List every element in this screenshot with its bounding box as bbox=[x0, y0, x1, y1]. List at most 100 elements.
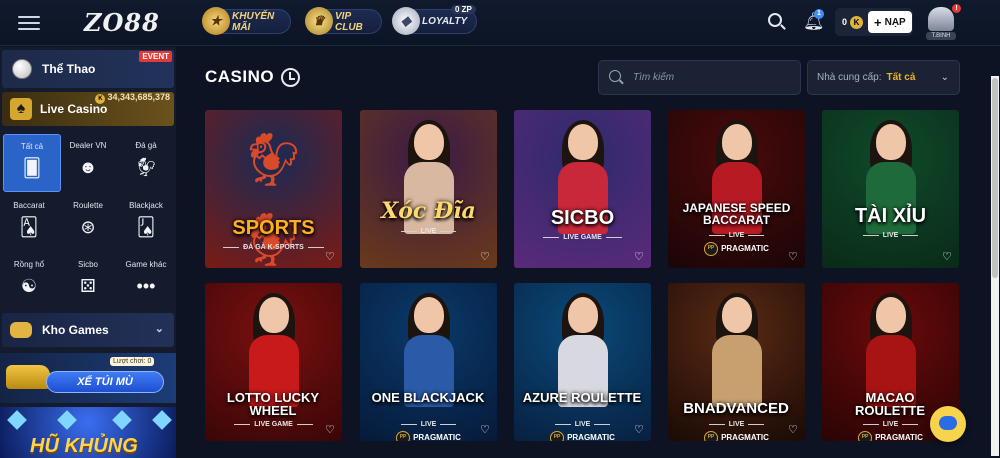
game-title: Xóc Đĩa bbox=[381, 198, 476, 224]
site-logo[interactable]: ZO88 bbox=[84, 8, 160, 37]
mystery-box-banner[interactable]: XẾ TÚI MÙ Lượt chơi: 0 bbox=[0, 353, 176, 403]
pragmatic-logo-icon: PP bbox=[704, 431, 719, 441]
jackpot-banner-label: HŨ KHỦNG bbox=[30, 435, 138, 457]
roulette-icon: ⊛ bbox=[80, 217, 96, 237]
gem-icon bbox=[7, 410, 27, 430]
subcategory-dragon-tiger[interactable]: Rồng hổ ☯ bbox=[0, 253, 58, 311]
sidebar-item-game-store[interactable]: Kho Games ⌄ bbox=[2, 313, 174, 347]
live-casino-subcategories: Tất cả 🂠 Dealer VN ☻ Đá gà 🐓︎ Baccarat 🂡… bbox=[0, 129, 176, 309]
provider-name: PRAGMATIC bbox=[567, 433, 615, 441]
game-search bbox=[598, 60, 801, 95]
provider-logo: PP PRAGMATIC bbox=[514, 431, 651, 441]
gem-icon bbox=[57, 410, 77, 430]
loyalty-points-badge: 0 ZP bbox=[451, 5, 476, 14]
provider-name: PRAGMATIC bbox=[413, 433, 461, 441]
search-icon[interactable] bbox=[767, 12, 787, 32]
sidebar-item-sports[interactable]: Thể Thao EVENT bbox=[2, 50, 174, 88]
subcategory-blackjack[interactable]: Blackjack 🂫 bbox=[117, 194, 175, 252]
plays-left-tag: Lượt chơi: 0 bbox=[110, 357, 155, 366]
loyalty-label: LOYALTY bbox=[422, 16, 468, 27]
game-card[interactable]: LOTTO LUCKY WHEEL LIVE GAME ♡ bbox=[205, 283, 342, 441]
game-title: JAPANESE SPEED BACCARAT bbox=[682, 201, 791, 227]
favorite-heart-icon[interactable]: ♡ bbox=[325, 252, 336, 263]
search-input[interactable] bbox=[633, 72, 793, 83]
promotions-button[interactable]: ★ KHUYẾN MÃI bbox=[202, 7, 291, 35]
wallet-balance: 0 K + NẠP bbox=[835, 8, 913, 36]
subcategory-cockfight[interactable]: Đá gà 🐓︎ bbox=[117, 134, 175, 192]
gift-icon: ★ bbox=[202, 7, 230, 35]
game-card[interactable]: SICBO LIVE GAME ♡ bbox=[514, 110, 651, 268]
subcategory-all[interactable]: Tất cả 🂠 bbox=[3, 134, 61, 192]
game-subtitle: LIVE bbox=[822, 232, 959, 239]
subcategory-dealer-vn[interactable]: Dealer VN ☻ bbox=[59, 134, 117, 192]
game-subtitle: LIVE bbox=[360, 228, 497, 235]
favorite-heart-icon[interactable]: ♡ bbox=[480, 252, 491, 263]
jackpot-amount: K 34,343,685,378 bbox=[95, 92, 170, 104]
vip-club-button[interactable]: ♛ VIP CLUB bbox=[305, 7, 382, 35]
game-subtitle: LIVE GAME bbox=[514, 234, 651, 241]
provider-select[interactable]: Nhà cung cấp: Tất cả ⌄ bbox=[807, 60, 960, 95]
subcategory-label: Baccarat bbox=[13, 201, 45, 210]
game-title: ONE BLACKJACK bbox=[371, 390, 485, 405]
helmet-icon bbox=[928, 7, 954, 31]
subcategory-baccarat[interactable]: Baccarat 🂡 bbox=[0, 194, 58, 252]
game-subtitle: LIVE bbox=[668, 232, 805, 239]
crown-icon: ♛ bbox=[305, 7, 333, 35]
page-title: CASINO bbox=[205, 67, 275, 86]
game-card[interactable]: AZURE ROULETTE LIVE PP PRAGMATIC ♡ bbox=[514, 283, 651, 441]
history-icon[interactable] bbox=[281, 68, 300, 87]
favorite-heart-icon[interactable]: ♡ bbox=[634, 252, 645, 263]
plus-icon: + bbox=[874, 14, 882, 30]
avatar-alert-badge: ! bbox=[952, 4, 961, 13]
game-title: TÀI XỈU bbox=[854, 205, 927, 227]
subcategory-roulette[interactable]: Roulette ⊛ bbox=[59, 194, 117, 252]
subcategory-label: Roulette bbox=[73, 201, 103, 210]
favorite-heart-icon[interactable]: ♡ bbox=[325, 425, 336, 436]
spade-icon: ♠ bbox=[10, 98, 32, 120]
game-card[interactable]: ONE BLACKJACK LIVE PP PRAGMATIC ♡ bbox=[360, 283, 497, 441]
game-card[interactable]: BNADVANCED LIVE PP PRAGMATIC ♡ bbox=[668, 283, 805, 441]
game-subtitle: LIVE bbox=[668, 421, 805, 428]
game-title: SICBO bbox=[550, 207, 615, 229]
game-card[interactable]: JAPANESE SPEED BACCARAT LIVE PP PRAGMATIC ♡ bbox=[668, 110, 805, 268]
deposit-label: NẠP bbox=[884, 16, 906, 28]
jackpot-banner[interactable]: HŨ KHỦNG bbox=[0, 407, 176, 458]
menu-icon[interactable] bbox=[18, 12, 40, 32]
deposit-button[interactable]: + NẠP bbox=[868, 11, 912, 33]
subcategory-label: Sicbo bbox=[77, 260, 98, 269]
provider-name: PRAGMATIC bbox=[721, 244, 769, 254]
game-card[interactable]: TÀI XỈU LIVE ♡ bbox=[822, 110, 959, 268]
sidebar: Thể Thao EVENT ♠ Live Casino K 34,343,685… bbox=[0, 47, 176, 458]
vip-club-label: VIP CLUB bbox=[335, 10, 363, 33]
subcategory-label: Blackjack bbox=[129, 201, 163, 210]
sidebar-item-live-casino[interactable]: ♠ Live Casino K 34,343,685,378 bbox=[2, 92, 174, 126]
subcategory-label: Đá gà bbox=[135, 141, 157, 150]
coin-icon: K bbox=[850, 15, 864, 29]
favorite-heart-icon[interactable]: ♡ bbox=[788, 425, 799, 436]
diamond-icon: ◆ bbox=[392, 7, 420, 35]
scrollbar-thumb[interactable] bbox=[992, 78, 998, 278]
search-icon bbox=[609, 69, 625, 86]
sidebar-item-live-casino-label: Live Casino bbox=[40, 102, 108, 116]
jackpot-amount-value: 34,343,685,378 bbox=[107, 92, 170, 102]
pragmatic-logo-icon: PP bbox=[704, 242, 719, 256]
mystery-box-label: XẾ TÚI MÙ bbox=[46, 371, 164, 393]
game-card[interactable]: 🐓︎🐓︎ SPORTS ĐÁ GÀ K-SPORTS ♡ bbox=[205, 110, 342, 268]
chat-support-button[interactable] bbox=[930, 406, 966, 442]
dealer-figure bbox=[706, 293, 768, 407]
provider-label: Nhà cung cấp: bbox=[817, 72, 882, 83]
gem-icon bbox=[112, 410, 132, 430]
subcategory-sicbo[interactable]: Sicbo ⚄ bbox=[59, 253, 117, 311]
favorite-heart-icon[interactable]: ♡ bbox=[634, 425, 645, 436]
gamepad-icon bbox=[10, 322, 32, 338]
dice-icon: ⚄ bbox=[80, 276, 96, 296]
favorite-heart-icon[interactable]: ♡ bbox=[480, 425, 491, 436]
game-card[interactable]: Xóc Đĩa LIVE ♡ bbox=[360, 110, 497, 268]
chevron-down-icon: ⌄ bbox=[940, 72, 949, 83]
favorite-heart-icon[interactable]: ♡ bbox=[788, 252, 799, 263]
chevron-down-icon: ⌄ bbox=[154, 323, 164, 335]
favorite-heart-icon[interactable]: ♡ bbox=[942, 252, 953, 263]
balance-value: 0 bbox=[842, 17, 848, 27]
subcategory-other-games[interactable]: Game khác ••• bbox=[117, 253, 175, 311]
gem-icon bbox=[152, 410, 172, 430]
